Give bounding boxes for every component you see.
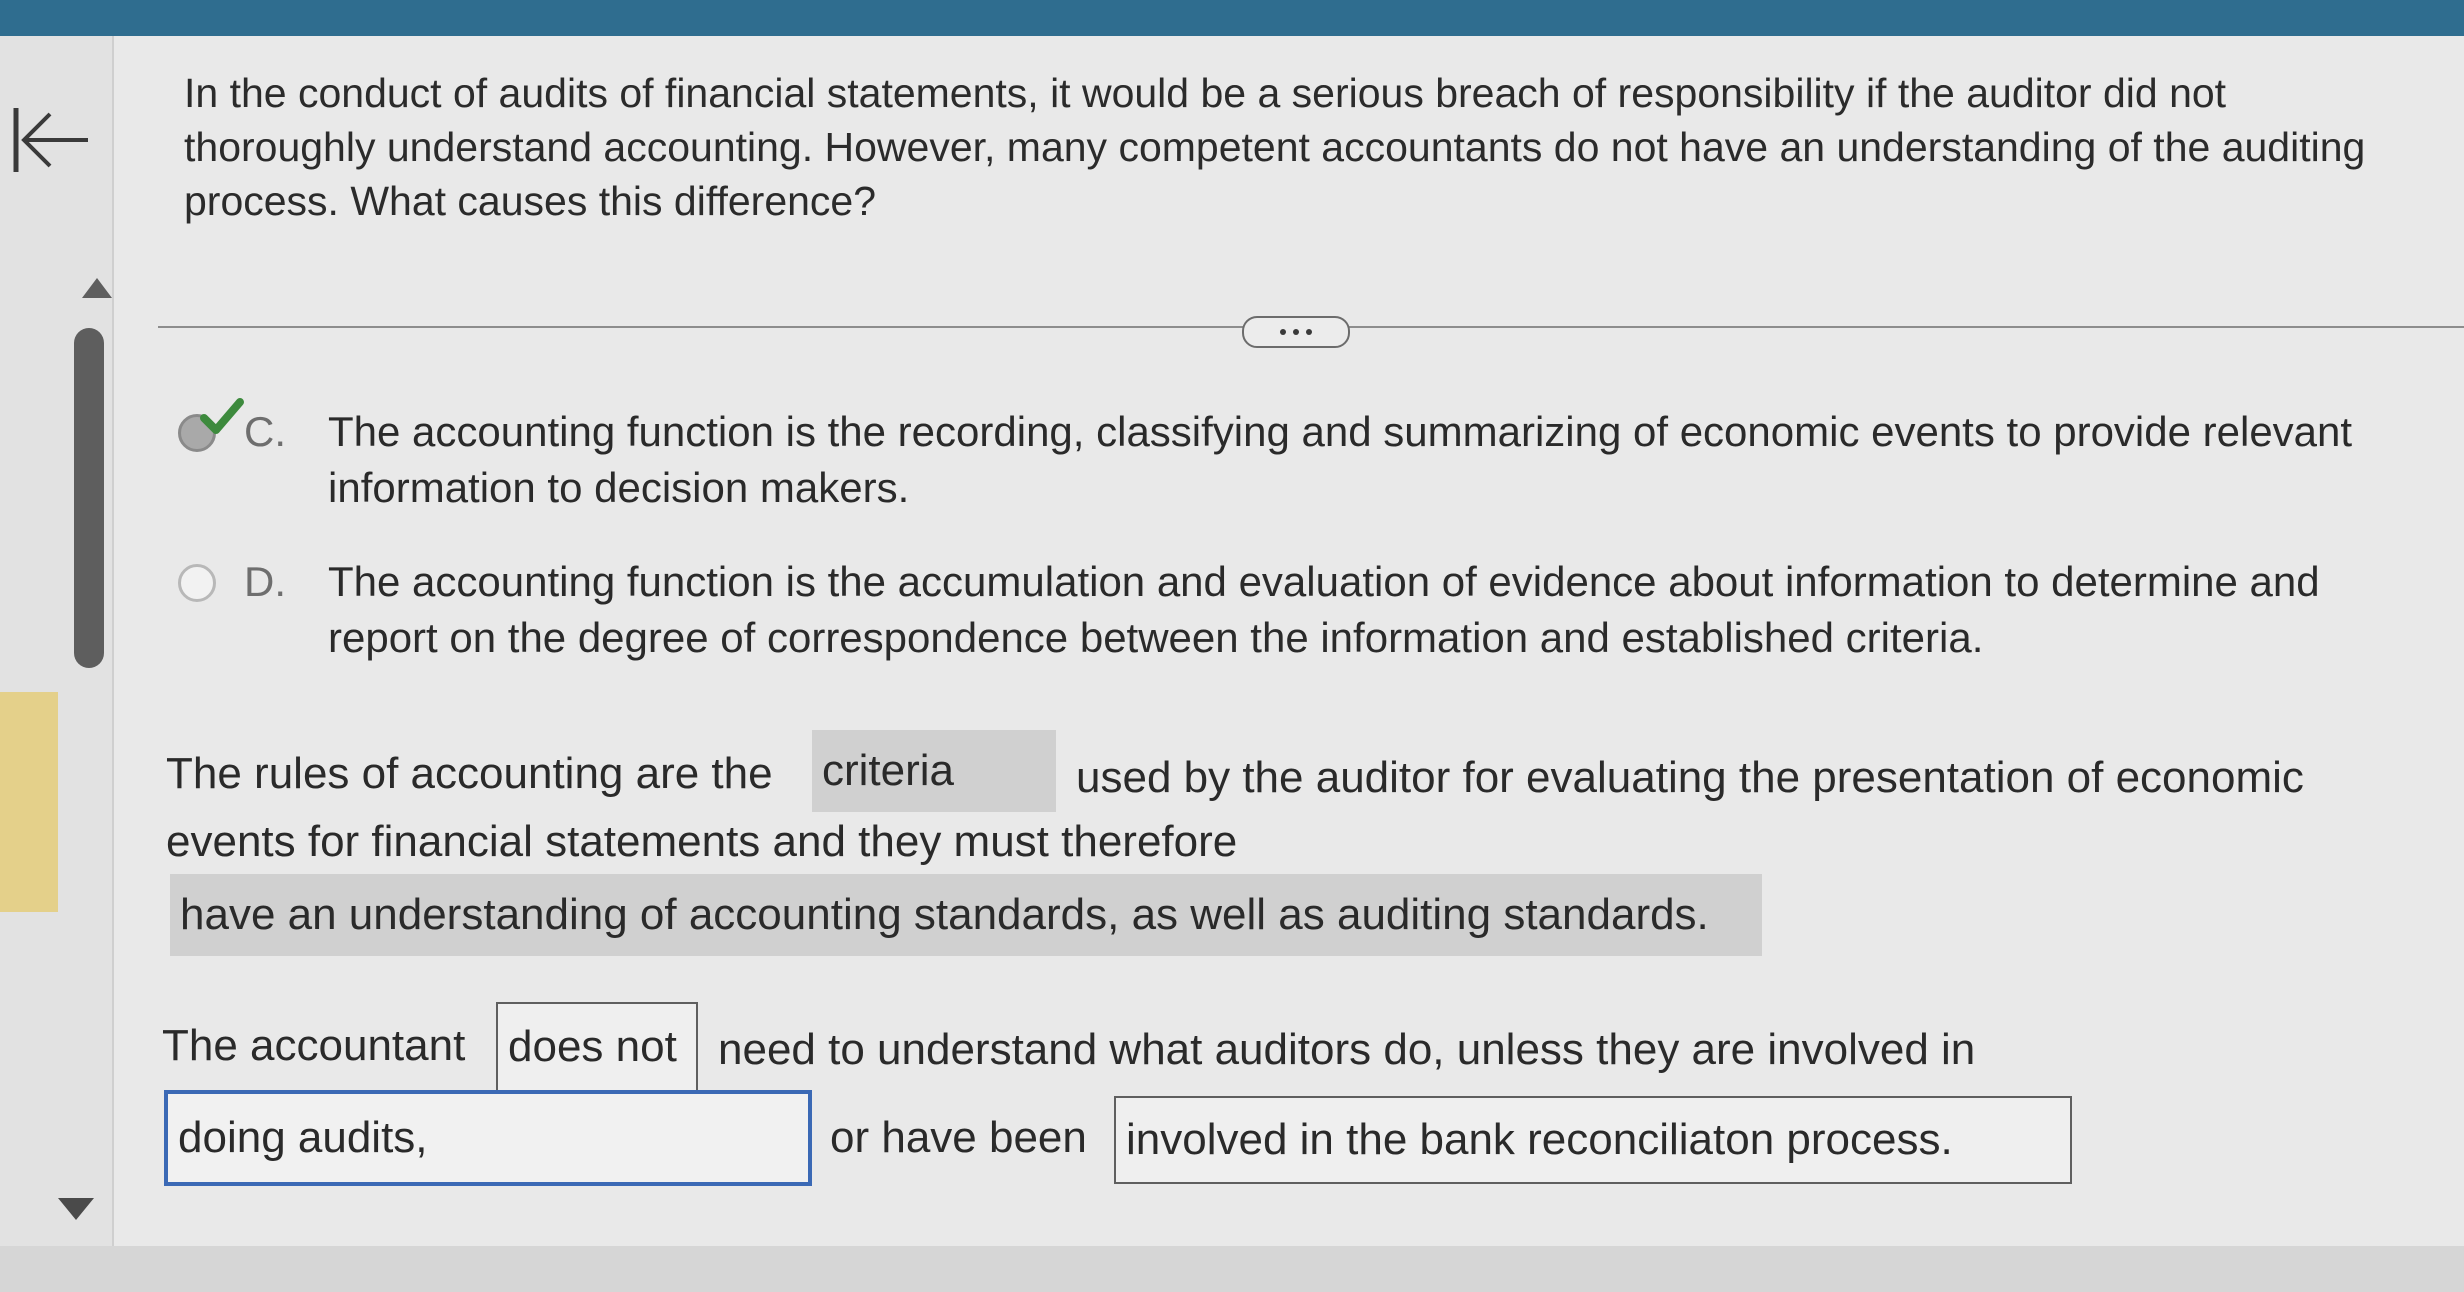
side-tab[interactable] xyxy=(0,692,58,912)
back-arrow-icon[interactable] xyxy=(10,100,90,180)
option-letter: C. xyxy=(244,408,286,455)
more-dot-icon xyxy=(1280,329,1286,335)
answer-dropdown-1[interactable]: criteria xyxy=(812,730,1056,812)
bottom-strip xyxy=(0,1246,2464,1292)
option-letter: D. xyxy=(244,558,286,605)
answer-dropdown-4[interactable]: doing audits, xyxy=(164,1090,812,1186)
sentence-text: events for financial statements and they… xyxy=(166,817,1238,866)
more-dot-icon xyxy=(1293,329,1299,335)
answer-dropdown-2[interactable]: have an understanding of accounting stan… xyxy=(170,874,1762,956)
answer-dropdown-5[interactable]: involved in the bank reconciliaton proce… xyxy=(1114,1096,2072,1184)
more-dot-icon xyxy=(1306,329,1312,335)
sentence-text: used by the auditor for evaluating the p… xyxy=(1076,753,2304,802)
sentence-text: The accountant xyxy=(162,1021,466,1070)
answer-dropdown-3[interactable]: does not xyxy=(496,1002,698,1092)
sentence-text: or have been xyxy=(830,1113,1087,1162)
sentence-text: The rules of accounting are the xyxy=(166,749,773,798)
more-options-button[interactable] xyxy=(1242,316,1350,348)
option-text: The accounting function is the recording… xyxy=(328,408,2353,511)
scroll-up-icon[interactable] xyxy=(80,276,114,300)
scroll-down-icon[interactable] xyxy=(56,1196,96,1222)
question-text: In the conduct of audits of financial st… xyxy=(184,70,2366,224)
checkmark-icon xyxy=(200,398,244,434)
scrollbar-thumb[interactable] xyxy=(74,328,104,668)
sentence-text: need to understand what auditors do, unl… xyxy=(718,1025,1976,1074)
top-bar xyxy=(0,0,2464,36)
option-text: The accounting function is the accumulat… xyxy=(328,558,2320,661)
radio-button-d[interactable] xyxy=(178,564,216,602)
